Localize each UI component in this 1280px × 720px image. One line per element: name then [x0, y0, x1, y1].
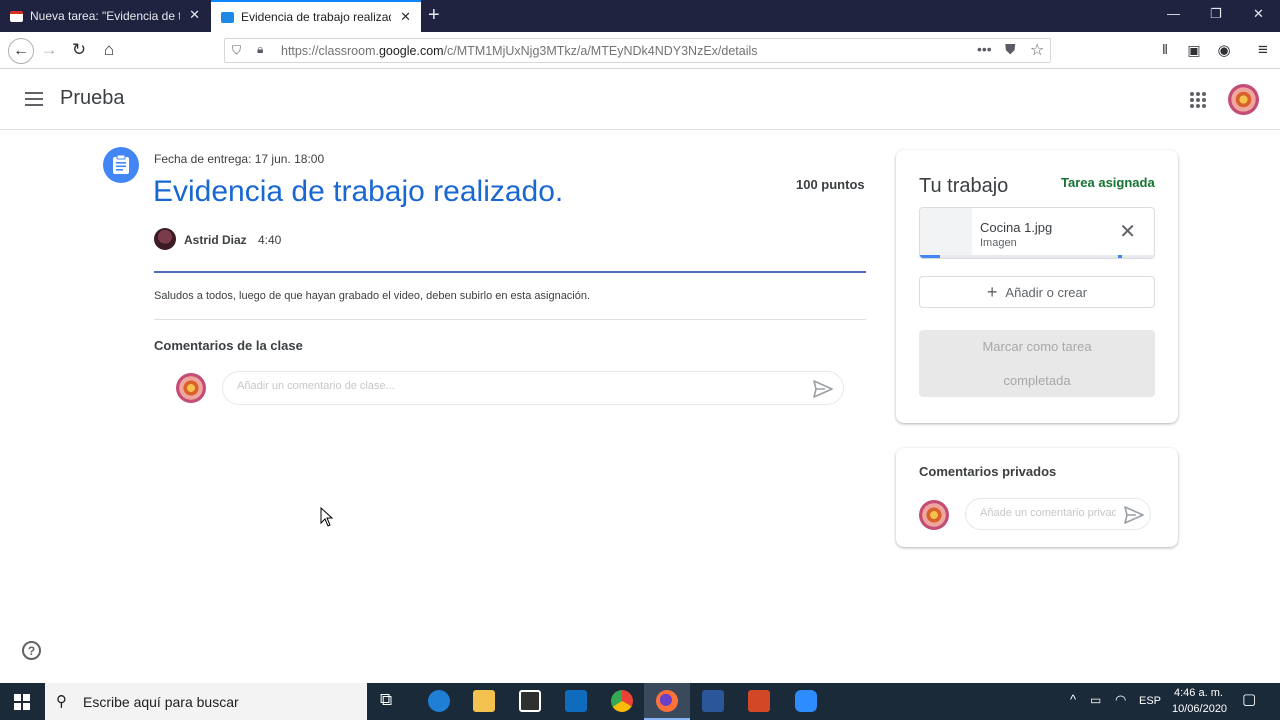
- tab-title: Nueva tarea: "Evidencia de trab: [30, 9, 180, 23]
- author-avatar: [154, 228, 176, 250]
- search-icon: ⚲: [56, 693, 67, 710]
- tab-title: Evidencia de trabajo realizado.: [241, 10, 391, 24]
- private-comment-box[interactable]: [965, 498, 1151, 530]
- mark-as-done-label: Marcar como tarea completada: [982, 339, 1092, 388]
- file-type: Imagen: [980, 237, 1017, 249]
- plus-icon: +: [986, 282, 998, 302]
- zoom-icon[interactable]: [795, 690, 817, 712]
- powerpoint-icon[interactable]: [748, 690, 770, 712]
- assignment-icon: [103, 147, 139, 183]
- upload-progress-fill: [920, 255, 940, 258]
- taskbar-search-placeholder: Escribe aquí para buscar: [83, 694, 239, 710]
- lock-icon[interactable]: 🔒︎: [257, 42, 263, 57]
- clock-time[interactable]: 4:46 a. m.: [1174, 687, 1223, 699]
- notifications-icon[interactable]: ▢: [1242, 690, 1256, 708]
- send-icon[interactable]: [813, 380, 833, 398]
- windows-start-icon[interactable]: [14, 694, 30, 710]
- status-badge: Tarea asignada: [1061, 175, 1155, 190]
- tab-classroom[interactable]: Evidencia de trabajo realizado. ✕: [211, 0, 421, 32]
- class-comment-box[interactable]: [222, 371, 844, 405]
- hamburger-menu-icon[interactable]: [25, 92, 43, 106]
- library-icon[interactable]: ⫴: [1154, 39, 1176, 61]
- firefox-icon[interactable]: [656, 690, 678, 712]
- browser-tab-bar: Nueva tarea: "Evidencia de trab ✕ Eviden…: [0, 0, 1280, 32]
- home-icon[interactable]: ⌂: [98, 39, 120, 61]
- classroom-favicon-icon: [221, 11, 234, 23]
- word-icon[interactable]: [702, 690, 724, 712]
- upload-progress-marker: [1118, 255, 1122, 258]
- remove-file-icon[interactable]: ✕: [1119, 222, 1136, 242]
- points-label: 100 puntos: [796, 177, 865, 192]
- attached-file[interactable]: Cocina 1.jpg Imagen ✕: [919, 207, 1155, 259]
- edge-icon[interactable]: [428, 690, 450, 712]
- add-or-create-button[interactable]: + Añadir o crear: [919, 276, 1155, 308]
- bookmark-star-icon[interactable]: ☆: [1030, 40, 1044, 60]
- back-icon[interactable]: ←: [8, 38, 34, 64]
- menu-icon[interactable]: ≡: [1252, 39, 1274, 61]
- private-comment-input[interactable]: [980, 507, 1116, 519]
- new-tab-icon[interactable]: +: [428, 5, 440, 25]
- account-icon[interactable]: ◉: [1213, 39, 1235, 61]
- post-time: 4:40: [258, 233, 282, 247]
- reload-icon[interactable]: ↻: [68, 39, 90, 61]
- restore-icon[interactable]: ❐: [1210, 6, 1222, 22]
- close-tab-icon[interactable]: ✕: [400, 10, 411, 24]
- close-window-icon[interactable]: ✕: [1253, 6, 1264, 22]
- mark-as-done-button[interactable]: Marcar como tarea completada: [919, 330, 1155, 397]
- url-bar[interactable]: ⛉ 🔒︎ https://classroom.google.com/c/MTM1…: [224, 38, 1051, 63]
- help-icon[interactable]: ?: [22, 641, 41, 660]
- tray-chevron-icon[interactable]: ^: [1070, 692, 1076, 707]
- gmail-icon: [10, 10, 23, 22]
- class-comment-input[interactable]: [237, 380, 797, 392]
- your-work-card: Tu trabajo Tarea asignada Cocina 1.jpg I…: [896, 150, 1178, 423]
- mouse-cursor-icon: [320, 507, 333, 527]
- page-actions-icon[interactable]: •••: [977, 41, 992, 57]
- tab-gmail[interactable]: Nueva tarea: "Evidencia de trab ✕: [0, 0, 210, 32]
- wifi-icon[interactable]: ◠: [1115, 692, 1126, 708]
- file-thumbnail: [920, 208, 972, 258]
- pocket-icon[interactable]: ⛊: [1005, 41, 1016, 58]
- task-view-icon[interactable]: ⧉: [380, 690, 392, 710]
- due-date: Fecha de entrega: 17 jun. 18:00: [154, 152, 325, 166]
- send-icon[interactable]: [1124, 506, 1144, 524]
- sidebar-icon[interactable]: ▣: [1183, 39, 1205, 61]
- private-comments-title: Comentarios privados: [919, 464, 1057, 479]
- mail-icon[interactable]: [565, 690, 587, 712]
- chrome-icon[interactable]: [611, 690, 633, 712]
- clock-date[interactable]: 10/06/2020: [1172, 703, 1227, 715]
- author-name: Astrid Diaz: [184, 233, 247, 247]
- class-comments-title: Comentarios de la clase: [154, 338, 303, 353]
- minimize-icon[interactable]: —: [1167, 6, 1180, 21]
- title-divider: [154, 271, 866, 273]
- commenter-avatar: [176, 373, 206, 403]
- private-comments-card: Comentarios privados: [896, 448, 1178, 547]
- file-explorer-icon[interactable]: [473, 690, 495, 712]
- url-text[interactable]: https://classroom.google.com/c/MTM1MjUxN…: [281, 44, 758, 58]
- your-work-title: Tu trabajo: [919, 175, 1009, 197]
- class-name[interactable]: Prueba: [60, 87, 125, 110]
- user-avatar[interactable]: [1228, 84, 1259, 115]
- tracking-shield-icon[interactable]: ⛉: [232, 43, 241, 58]
- file-name: Cocina 1.jpg: [980, 220, 1053, 235]
- description-divider: [154, 319, 866, 320]
- apps-grid-icon[interactable]: [1190, 92, 1206, 108]
- add-or-create-label: Añadir o crear: [1005, 284, 1088, 300]
- private-commenter-avatar: [919, 500, 949, 530]
- store-icon[interactable]: [519, 690, 541, 712]
- classroom-header: Prueba: [0, 70, 1280, 130]
- assignment-description: Saludos a todos, luego de que hayan grab…: [154, 290, 591, 302]
- assignment-title: Evidencia de trabajo realizado.: [153, 175, 564, 208]
- close-tab-icon[interactable]: ✕: [189, 8, 200, 22]
- taskbar-search[interactable]: ⚲ Escribe aquí para buscar: [45, 683, 367, 720]
- forward-icon[interactable]: →: [38, 39, 60, 61]
- battery-icon[interactable]: ▭: [1090, 693, 1101, 707]
- language-indicator[interactable]: ESP: [1139, 695, 1161, 707]
